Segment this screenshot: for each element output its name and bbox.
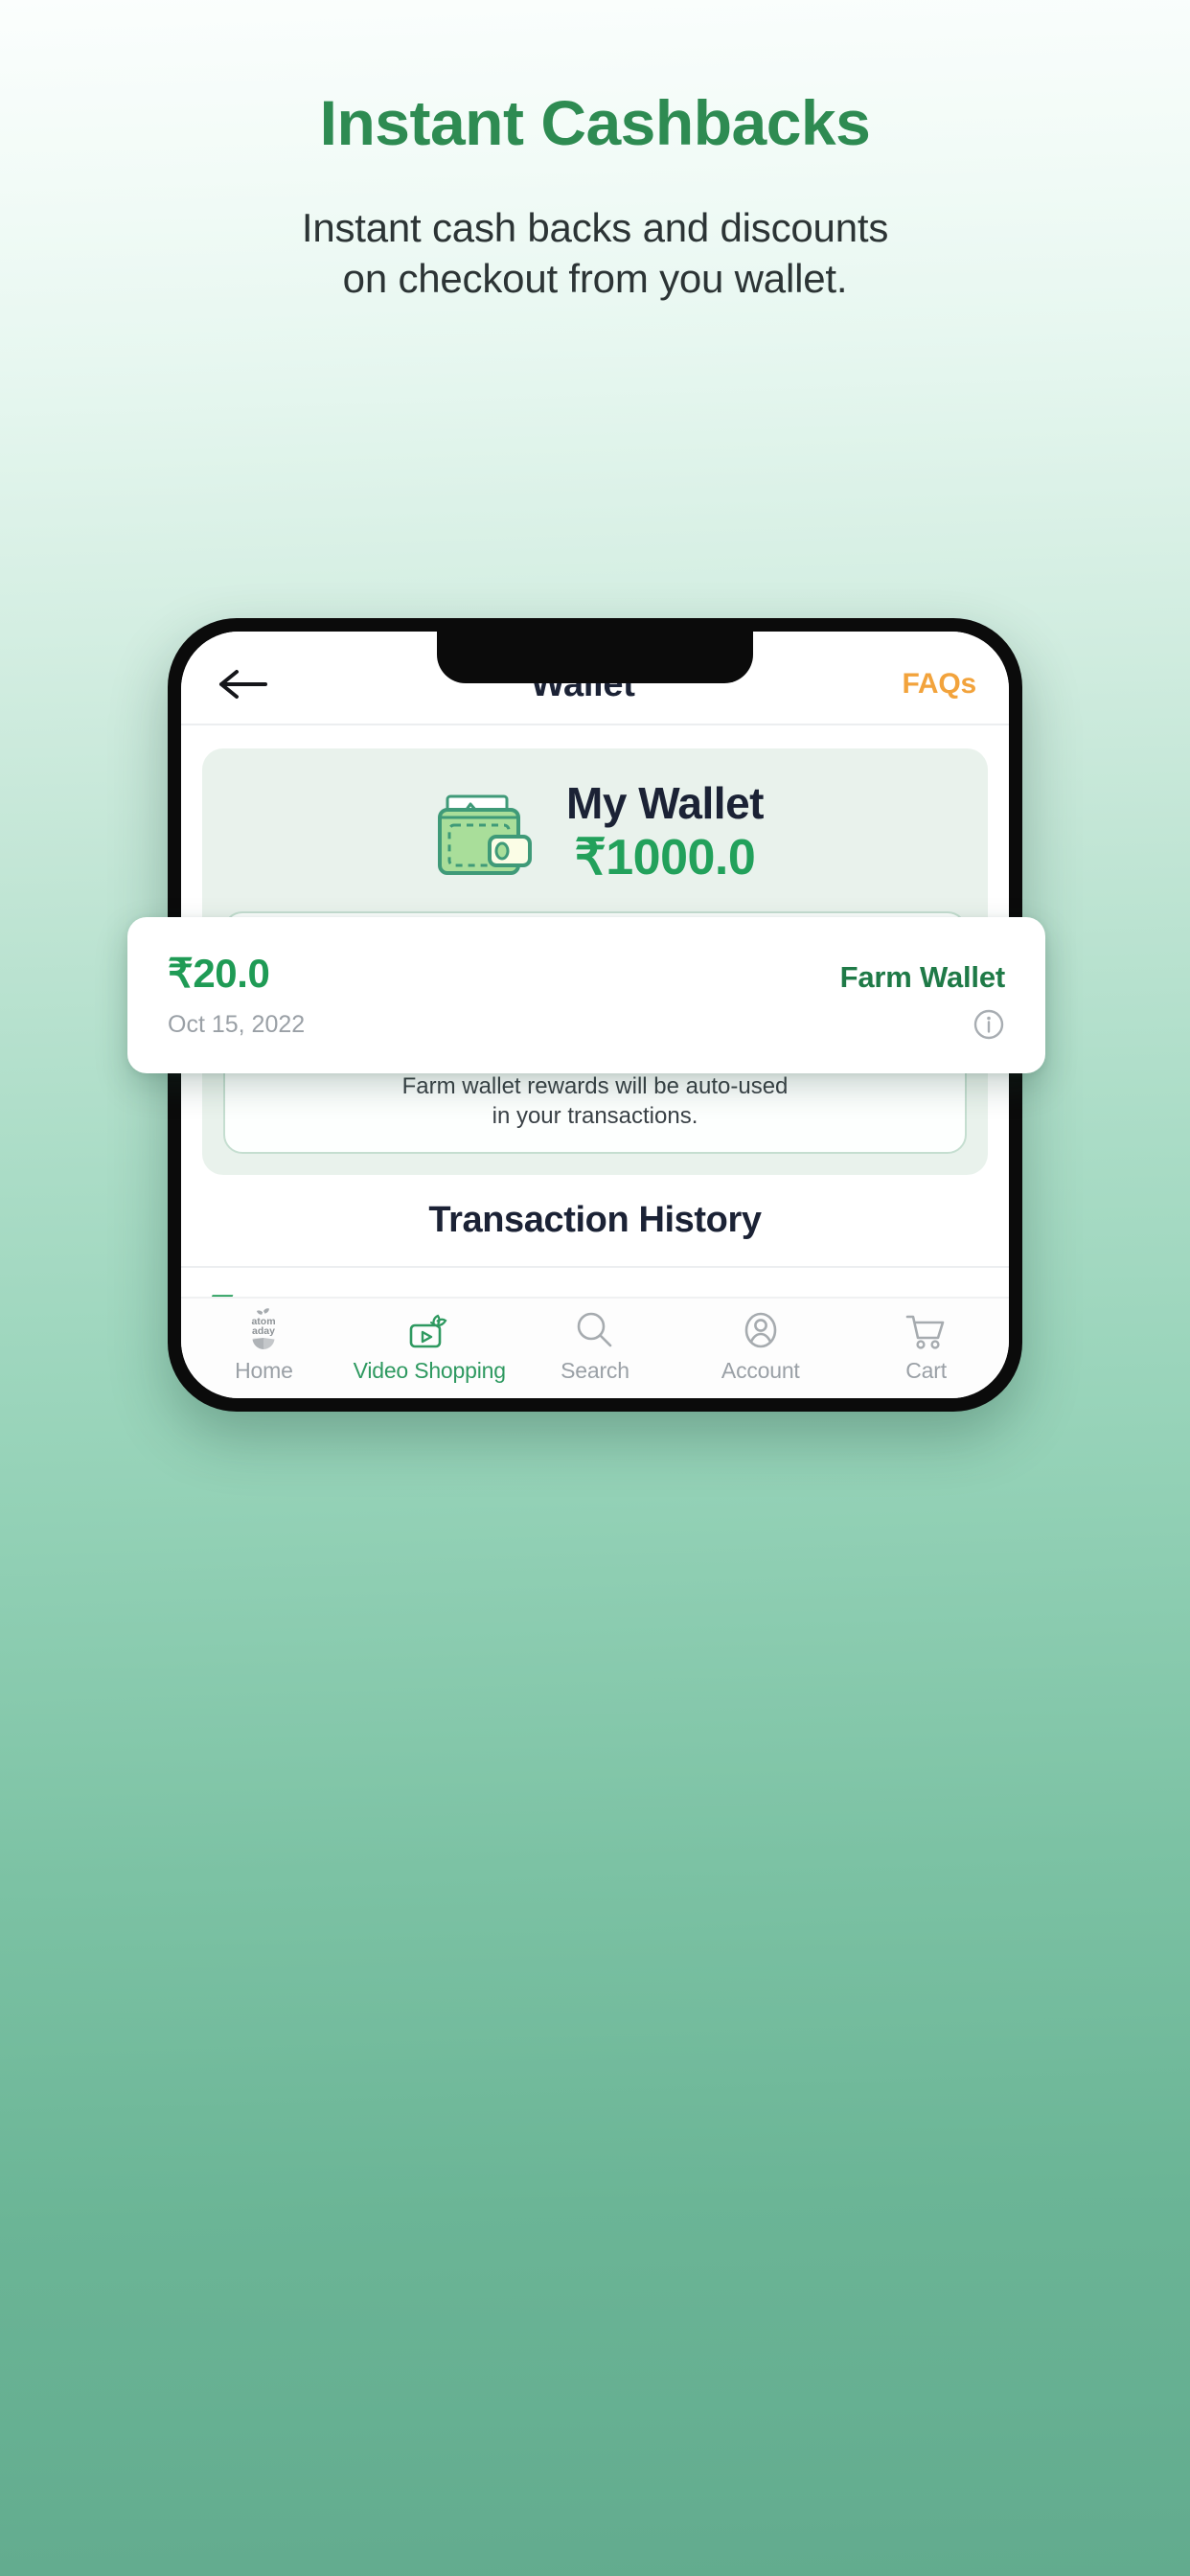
- account-icon: [739, 1308, 783, 1352]
- cart-icon: [904, 1308, 950, 1352]
- back-arrow-icon: [219, 670, 267, 699]
- farm-wallet-note: Farm wallet rewards will be auto-used in…: [242, 1072, 948, 1131]
- page-title: Instant Cashbacks: [319, 87, 871, 158]
- highlighted-transaction-row[interactable]: ₹20.0 Farm Wallet Oct 15, 2022: [127, 917, 1045, 1073]
- nav-item-search[interactable]: Search: [513, 1308, 678, 1384]
- svg-text:aday: aday: [252, 1325, 275, 1337]
- my-wallet-summary: My Wallet ₹1000.0: [223, 773, 967, 896]
- transaction-list: ₹5.0 Wallet Oct 15, 2022 -₹10.: [181, 1268, 1009, 1297]
- transaction-row-top: ₹5.0 Wallet: [210, 1289, 980, 1297]
- farm-wallet-note-line-2: in your transactions.: [492, 1102, 698, 1129]
- transaction-history-title: Transaction History: [181, 1175, 1009, 1269]
- transaction-source: Farm Wallet: [839, 960, 1006, 994]
- nav-label-home: Home: [235, 1358, 293, 1383]
- my-wallet-label: My Wallet: [566, 777, 764, 828]
- page-subtitle: Instant cash backs and discounts on chec…: [0, 202, 1190, 306]
- video-shopping-icon: [407, 1308, 451, 1352]
- wallet-icon: [438, 794, 533, 875]
- transaction-row-top: ₹20.0 Farm Wallet: [168, 950, 1005, 997]
- nav-item-home[interactable]: atom aday Home: [181, 1308, 347, 1384]
- nav-item-cart[interactable]: Cart: [843, 1308, 1009, 1384]
- phone-notch: [437, 632, 753, 683]
- atom-aday-logo-icon: atom aday: [240, 1308, 287, 1352]
- nav-item-account[interactable]: Account: [677, 1308, 843, 1384]
- nav-label-account: Account: [721, 1358, 800, 1383]
- faqs-link[interactable]: FAQs: [902, 668, 976, 701]
- transaction-amount: ₹20.0: [168, 951, 270, 996]
- my-wallet-text: My Wallet ₹1000.0: [566, 777, 764, 886]
- search-icon: [573, 1308, 617, 1352]
- bottom-navigation-bar: atom aday Home Video Shopping Search Acc…: [181, 1297, 1009, 1398]
- nav-item-video-shopping[interactable]: Video Shopping: [347, 1308, 513, 1384]
- page-subtitle-line-2: on checkout from you wallet.: [342, 256, 848, 302]
- table-row[interactable]: ₹5.0 Wallet Oct 15, 2022: [181, 1268, 1009, 1297]
- my-wallet-balance: ₹1000.0: [574, 829, 756, 886]
- nav-label-cart: Cart: [905, 1358, 947, 1383]
- page-subtitle-line-1: Instant cash backs and discounts: [301, 204, 889, 250]
- transaction-row-bottom: Oct 15, 2022: [168, 1008, 1005, 1041]
- transaction-date: Oct 15, 2022: [168, 1010, 306, 1038]
- nav-label-search: Search: [561, 1358, 629, 1383]
- nav-label-video-shopping: Video Shopping: [353, 1358, 506, 1383]
- info-circle-icon[interactable]: [973, 1008, 1005, 1041]
- transaction-amount: ₹5.0: [210, 1289, 286, 1297]
- phone-mockup: Wallet FAQs My Wallet ₹1000.0 Farm walle…: [127, 618, 1045, 1412]
- farm-wallet-note-line-1: Farm wallet rewards will be auto-used: [401, 1073, 789, 1099]
- promo-header: Instant Cashbacks Instant cash backs and…: [0, 0, 1190, 305]
